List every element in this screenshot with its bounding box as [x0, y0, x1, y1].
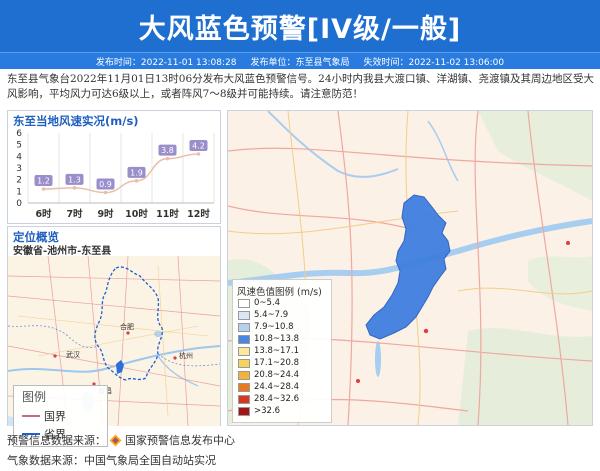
value-label: 1.3	[68, 175, 81, 184]
speed-legend-item: 20.8~24.4	[238, 370, 299, 380]
map-label-hefei: 合肥	[120, 322, 134, 331]
wind-speed-legend: 风速色值图例 (m/s) 0~5.4 5.4~7.9 7.9~10.8 10.8…	[232, 279, 332, 423]
national-border-line-icon	[22, 415, 40, 417]
y-tick-label: 4	[16, 152, 22, 162]
speed-swatch	[238, 322, 250, 332]
speed-legend-item: 7.9~10.8	[238, 322, 294, 332]
data-point	[134, 179, 139, 183]
speed-swatch	[238, 382, 250, 392]
speed-swatch	[238, 310, 250, 320]
x-tick-label: 9时	[97, 208, 114, 220]
speed-legend-item: 10.8~13.8	[238, 334, 299, 344]
speed-legend-item: 13.8~17.1	[238, 346, 299, 356]
publisher: 发布单位：东至县气象局	[250, 57, 350, 68]
x-tick-label: 12时	[187, 208, 210, 220]
wind-speed-chart: 0 12 3 45 6 1.2 1.3 0.9 1.9 3.8 4.2 6时 7时 9时 10时 11时 12时	[16, 129, 215, 220]
data-point	[196, 152, 201, 156]
speed-swatch	[238, 298, 250, 308]
speed-legend-item: 24.4~28.4	[238, 382, 299, 392]
speed-swatch	[238, 334, 250, 344]
expire-time: 失效时间：2022-11-02 13:06:00	[363, 57, 505, 68]
x-tick-label: 7时	[66, 208, 83, 220]
value-label: 0.9	[99, 180, 112, 189]
page-title: 大风蓝色预警[IV级/一般]	[138, 13, 462, 45]
y-tick-label: 5	[16, 141, 22, 151]
location-panel: 定位概览 安徽省-池州市-东至县 合肥 武汉 杭州 南昌	[7, 226, 221, 447]
y-tick-label: 2	[16, 176, 22, 186]
x-tick-label: 11时	[156, 208, 179, 220]
data-point	[165, 156, 170, 161]
warning-source-link[interactable]: 国家预警信息发布中心	[125, 432, 235, 448]
value-label: 4.2	[192, 142, 205, 151]
value-label: 3.8	[161, 146, 174, 155]
warning-source-line: 预警信息数据来源： 国家预警信息发布中心	[7, 432, 235, 448]
speed-legend-item: 17.1~20.8	[238, 358, 299, 368]
speed-swatch	[238, 346, 250, 356]
speed-swatch	[238, 358, 250, 368]
meta-bar: 发布时间：2022-11-01 13:08:28 发布单位：东至县气象局 失效时…	[0, 52, 600, 69]
speed-swatch	[238, 394, 250, 404]
legend-item-national-border: 国界	[22, 408, 66, 424]
data-point	[103, 190, 108, 195]
speed-legend-item: >32.6	[238, 406, 280, 416]
x-tick-label: 6时	[35, 208, 52, 220]
y-tick-label: 1	[16, 187, 22, 197]
title-bar: 大风蓝色预警[IV级/一般]	[0, 0, 600, 52]
wind-speed-panel: 东至当地风速实况(m/s) 0 1 2 3 4 5 6 1.2 1.3 0.9 1.9 3.8 4.2 6…	[7, 110, 221, 224]
warning-description: 东至县气象台2022年11月01日13时06分发布大风蓝色预警信号。24小时内我…	[7, 73, 595, 100]
value-label: 1.2	[37, 177, 50, 186]
speed-legend-item: 0~5.4	[238, 298, 280, 308]
speed-legend-item: 28.4~32.6	[238, 394, 299, 404]
wind-warning-map[interactable]: 风速色值图例 (m/s) 0~5.4 5.4~7.9 7.9~10.8 10.8…	[227, 110, 593, 426]
y-tick-label: 6	[16, 129, 22, 139]
speed-legend-item: 5.4~7.9	[238, 310, 288, 320]
warning-center-logo-icon	[109, 434, 122, 446]
x-tick-label: 10时	[125, 208, 148, 220]
map-label-wuhan: 武汉	[66, 350, 80, 359]
location-place: 安徽省-池州市-东至县	[13, 246, 112, 257]
speed-swatch	[238, 370, 250, 380]
data-point	[72, 186, 77, 190]
publish-time: 发布时间：2022-11-01 13:08:28	[95, 57, 237, 68]
y-tick-label: 3	[16, 164, 22, 174]
data-point	[41, 187, 46, 191]
weather-source-line: 气象数据来源：中国气象局全国自动站实况	[7, 454, 216, 467]
speed-swatch	[238, 406, 250, 416]
legend-title: 图例	[22, 390, 47, 404]
warning-source-label: 预警信息数据来源：	[7, 434, 106, 447]
value-label: 1.9	[130, 168, 143, 177]
speed-legend-title: 风速色值图例 (m/s)	[237, 287, 322, 298]
y-tick-label: 0	[16, 199, 22, 209]
map-label-hangzhou: 杭州	[179, 351, 193, 360]
